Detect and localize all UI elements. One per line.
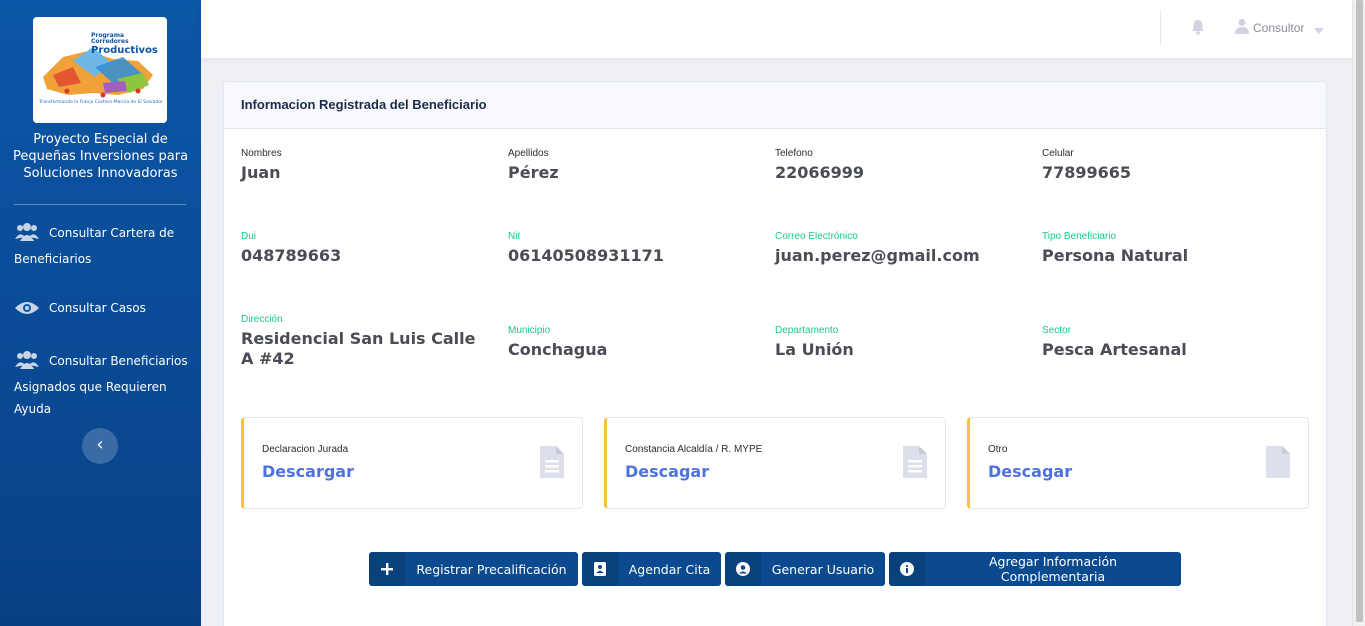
field-label: Departamento <box>775 325 839 336</box>
user-icon <box>1235 18 1249 38</box>
field-value: Residencial San Luis Calle A #42 <box>241 329 476 368</box>
field-departamento: Departamento La Unión <box>775 325 1025 360</box>
field-value: Pérez <box>508 163 559 182</box>
field-label: Tipo Beneficiario <box>1042 231 1117 242</box>
logo-tagline: Transformando la Franja Costero-Marina d… <box>39 100 163 105</box>
eye-icon <box>14 300 40 323</box>
sidebar-divider <box>14 204 186 205</box>
logo-title: Programa Corredores Productivos <box>91 32 165 56</box>
topbar-divider <box>1160 10 1161 44</box>
agendar-cita-button[interactable]: Agendar Cita <box>582 552 721 586</box>
field-value: juan.perez@gmail.com <box>775 246 980 265</box>
program-logo[interactable]: Programa Corredores Productivos Transfor… <box>33 17 167 123</box>
field-nit: Nit 06140508931171 <box>508 231 758 266</box>
field-value: 22066999 <box>775 163 865 182</box>
button-label: Registrar Precalificación <box>416 561 567 577</box>
field-tipo-beneficiario: Tipo Beneficiario Persona Natural <box>1042 231 1292 266</box>
document-otro: Otro Descagar <box>967 417 1309 509</box>
user-name: Consultor <box>1253 21 1305 35</box>
field-label: Municipio <box>508 325 551 336</box>
field-value: 77899665 <box>1042 163 1132 182</box>
download-link[interactable]: Descargar <box>262 462 354 481</box>
bell-icon[interactable] <box>1191 19 1205 39</box>
card-title: Informacion Registrada del Beneficiario <box>241 97 487 112</box>
registrar-precalificacion-button[interactable]: Registrar Precalificación <box>369 552 578 586</box>
file-text-icon <box>540 446 564 482</box>
field-label: Telefono <box>775 148 813 159</box>
field-telefono: Telefono 22066999 <box>775 148 1025 183</box>
users-icon <box>14 351 40 376</box>
field-correo: Correo Electrónico juan.perez@gmail.com <box>775 231 1025 266</box>
sidebar: Programa Corredores Productivos Transfor… <box>0 0 201 626</box>
field-label: Apellidos <box>508 148 549 159</box>
brand-title: Proyecto Especial de Pequeñas Inversione… <box>12 132 189 181</box>
users-icon <box>14 223 40 248</box>
page-scrollbar[interactable] <box>1352 0 1365 626</box>
field-value: Persona Natural <box>1042 246 1189 265</box>
document-label: Constancia Alcaldía / R. MYPE <box>625 444 763 455</box>
field-celular: Celular 77899665 <box>1042 148 1292 183</box>
download-link[interactable]: Descagar <box>988 462 1072 481</box>
document-constancia-alcaldia: Constancia Alcaldía / R. MYPE Descagar <box>604 417 946 509</box>
download-link[interactable]: Descagar <box>625 462 709 481</box>
document-declaracion-jurada: Declaracion Jurada Descargar <box>241 417 583 509</box>
field-value: Juan <box>241 163 281 182</box>
field-label: Dirección <box>241 314 283 325</box>
button-label: Generar Usuario <box>771 561 875 577</box>
field-value: Conchagua <box>508 340 608 359</box>
field-label: Celular <box>1042 148 1074 159</box>
sidebar-item-label: Consultar Beneficiarios Asignados que Re… <box>14 354 188 416</box>
document-label: Otro <box>988 444 1008 455</box>
sidebar-item-consultar-casos[interactable]: Consultar Casos <box>14 297 189 323</box>
field-label: Correo Electrónico <box>775 231 858 242</box>
address-book-icon <box>582 552 618 586</box>
field-municipio: Municipio Conchagua <box>508 325 758 360</box>
sidebar-collapse-button[interactable]: ‹ <box>82 428 118 464</box>
sidebar-item-label: Consultar Casos <box>49 301 146 315</box>
sidebar-item-beneficiarios-asignados[interactable]: Consultar Beneficiarios Asignados que Re… <box>14 350 189 420</box>
card-header: Informacion Registrada del Beneficiario <box>224 82 1326 129</box>
field-label: Nit <box>508 231 521 242</box>
field-apellidos: Apellidos Pérez <box>508 148 758 183</box>
field-label: Dui <box>241 231 257 242</box>
plus-icon <box>369 552 405 586</box>
info-circle-icon <box>889 552 925 586</box>
logo-line2: Productivos <box>91 44 158 56</box>
user-circle-icon <box>725 552 761 586</box>
field-value: La Unión <box>775 340 854 359</box>
chevron-left-icon: ‹ <box>96 434 104 455</box>
topbar: Consultor <box>201 0 1352 58</box>
field-nombres: Nombres Juan <box>241 148 491 183</box>
field-value: 06140508931171 <box>508 246 664 265</box>
user-menu[interactable]: Consultor <box>1235 18 1325 38</box>
agregar-informacion-button[interactable]: Agregar Información Complementaria <box>889 552 1181 586</box>
field-dui: Dui 048789663 <box>241 231 491 266</box>
file-text-icon <box>903 446 927 482</box>
sidebar-item-consultar-cartera[interactable]: Consultar Cartera de Beneficiarios <box>14 222 189 270</box>
field-label: Nombres <box>241 148 282 159</box>
caret-down-icon <box>1314 19 1325 38</box>
generar-usuario-button[interactable]: Generar Usuario <box>725 552 885 586</box>
file-icon <box>1266 446 1290 482</box>
button-label: Agendar Cita <box>628 561 711 577</box>
beneficiary-card: Informacion Registrada del Beneficiario … <box>223 81 1327 626</box>
field-label: Sector <box>1042 325 1071 336</box>
field-sector: Sector Pesca Artesanal <box>1042 325 1292 360</box>
field-direccion: Dirección Residencial San Luis Calle A #… <box>241 314 486 369</box>
button-label: Agregar Información Complementaria <box>988 554 1118 584</box>
scrollbar-thumb[interactable] <box>1356 0 1363 622</box>
document-label: Declaracion Jurada <box>262 444 349 455</box>
field-value: Pesca Artesanal <box>1042 340 1187 359</box>
field-value: 048789663 <box>241 246 342 265</box>
